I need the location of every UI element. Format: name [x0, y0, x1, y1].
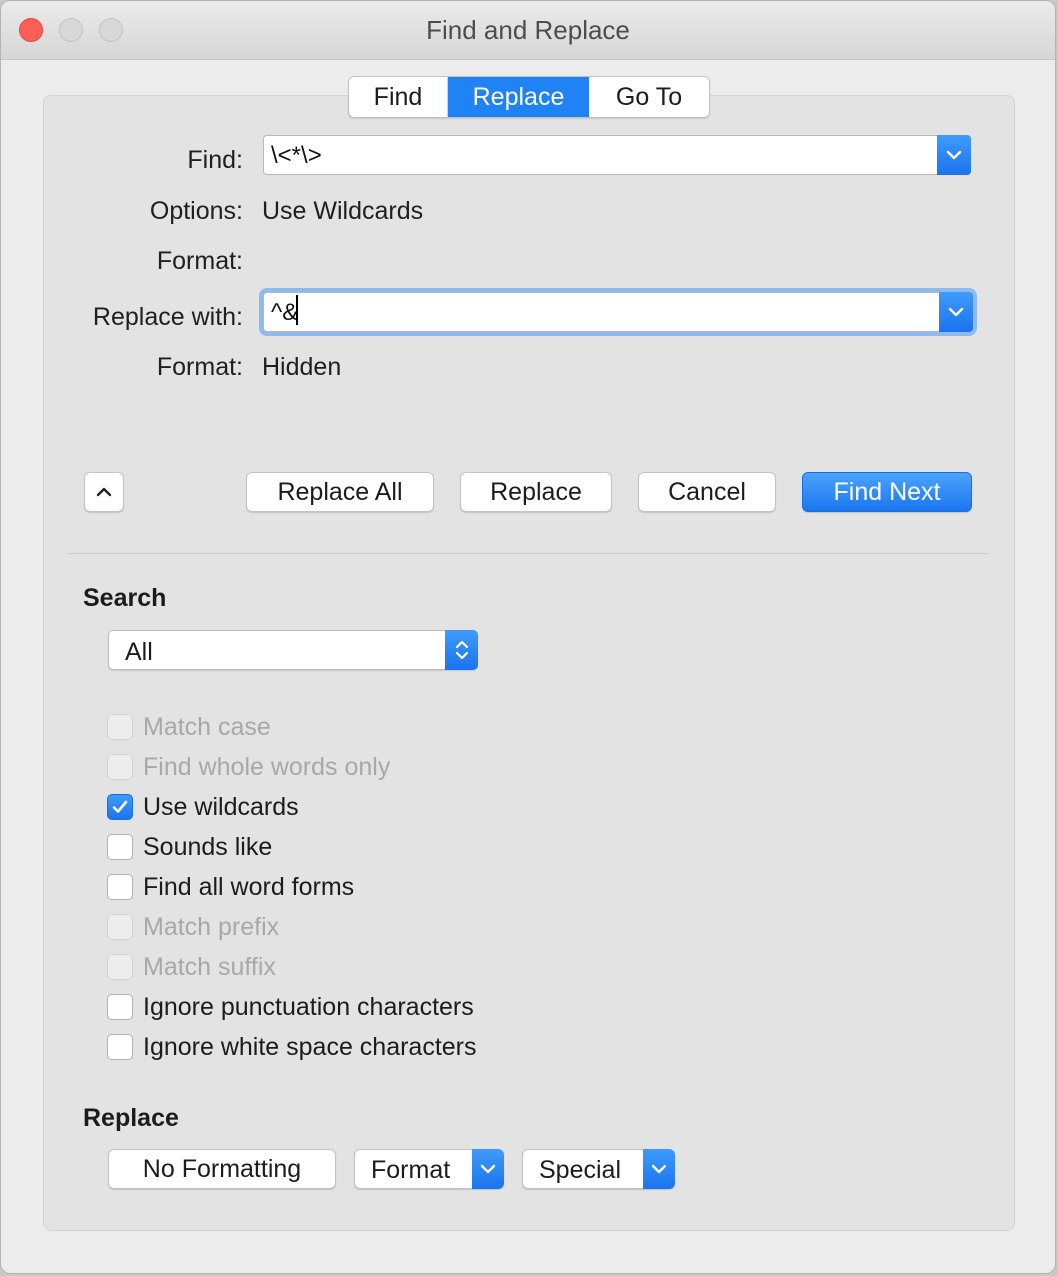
ignore-punctuation-checkbox[interactable] — [107, 994, 133, 1020]
chevron-down-icon — [643, 1149, 675, 1189]
cancel-button[interactable]: Cancel — [638, 472, 776, 512]
options-label: Options: — [149, 197, 243, 225]
window-title: Find and Replace — [426, 15, 630, 45]
search-heading: Search — [83, 584, 167, 612]
match-prefix-checkbox — [107, 914, 133, 940]
whole-words-checkbox — [107, 754, 133, 780]
find-replace-window: Find and Replace Find Replace Go To Find… — [0, 0, 1056, 1274]
option-ignore-punctuation[interactable]: Ignore punctuation characters — [107, 992, 474, 1022]
collapse-options-button[interactable] — [84, 472, 124, 512]
format-dropdown-label: Format — [371, 1156, 451, 1184]
chevron-down-icon — [472, 1149, 504, 1189]
special-dropdown[interactable]: Special — [522, 1149, 675, 1189]
chevron-down-icon — [946, 150, 962, 160]
replace-with-field[interactable]: ^& — [263, 292, 973, 332]
use-wildcards-checkbox[interactable] — [107, 794, 133, 820]
ignore-whitespace-label[interactable]: Ignore white space characters — [143, 1033, 477, 1062]
tab-find[interactable]: Find — [349, 77, 448, 117]
replace-with-label: Replace with: — [92, 303, 243, 331]
match-suffix-label: Match suffix — [143, 952, 276, 981]
match-case-label: Match case — [143, 712, 271, 741]
title-bar: Find and Replace — [1, 1, 1055, 60]
find-field[interactable]: \<*\> — [263, 135, 971, 175]
text-cursor — [296, 295, 298, 325]
word-forms-label[interactable]: Find all word forms — [143, 873, 354, 902]
mode-tabs: Find Replace Go To — [348, 76, 710, 118]
replace-all-button[interactable]: Replace All — [246, 472, 434, 512]
match-prefix-label: Match prefix — [143, 912, 280, 941]
option-use-wildcards[interactable]: Use wildcards — [107, 792, 299, 822]
sounds-like-label[interactable]: Sounds like — [143, 833, 272, 862]
replace-format-value: Hidden — [262, 353, 342, 381]
match-suffix-checkbox — [107, 954, 133, 980]
option-match-suffix: Match suffix — [107, 952, 276, 982]
option-ignore-whitespace[interactable]: Ignore white space characters — [107, 1032, 477, 1062]
replace-format-label: Format: — [156, 353, 243, 381]
option-match-case: Match case — [107, 712, 271, 742]
search-scope-select[interactable]: All — [108, 630, 478, 670]
special-dropdown-label: Special — [539, 1156, 621, 1184]
replace-input-text[interactable]: ^& — [271, 299, 298, 327]
replace-heading: Replace — [83, 1104, 179, 1132]
tab-go-to[interactable]: Go To — [589, 77, 709, 117]
search-scope-value: All — [125, 638, 153, 666]
sounds-like-checkbox[interactable] — [107, 834, 133, 860]
find-next-button[interactable]: Find Next — [802, 472, 972, 512]
replace-button[interactable]: Replace — [460, 472, 612, 512]
option-sounds-like[interactable]: Sounds like — [107, 832, 272, 862]
ignore-punctuation-label[interactable]: Ignore punctuation characters — [143, 993, 474, 1022]
find-format-label: Format: — [156, 247, 243, 275]
find-label: Find: — [187, 146, 243, 174]
match-case-checkbox — [107, 714, 133, 740]
option-match-prefix: Match prefix — [107, 912, 279, 942]
ignore-whitespace-checkbox[interactable] — [107, 1034, 133, 1060]
replace-history-dropdown[interactable] — [939, 292, 973, 332]
format-dropdown[interactable]: Format — [354, 1149, 504, 1189]
find-input-text[interactable]: \<*\> — [271, 142, 322, 170]
find-history-dropdown[interactable] — [937, 135, 971, 175]
divider — [67, 553, 989, 554]
whole-words-label: Find whole words only — [143, 752, 391, 781]
chevron-up-icon — [96, 487, 112, 497]
options-value: Use Wildcards — [262, 197, 424, 225]
tab-replace[interactable]: Replace — [448, 77, 589, 117]
option-whole-words: Find whole words only — [107, 752, 390, 782]
word-forms-checkbox[interactable] — [107, 874, 133, 900]
option-word-forms[interactable]: Find all word forms — [107, 872, 354, 902]
up-down-chevron-icon — [445, 630, 478, 670]
chevron-down-icon — [948, 307, 964, 317]
no-formatting-button[interactable]: No Formatting — [108, 1149, 336, 1189]
use-wildcards-label[interactable]: Use wildcards — [143, 793, 299, 822]
checkmark-icon — [112, 800, 128, 813]
